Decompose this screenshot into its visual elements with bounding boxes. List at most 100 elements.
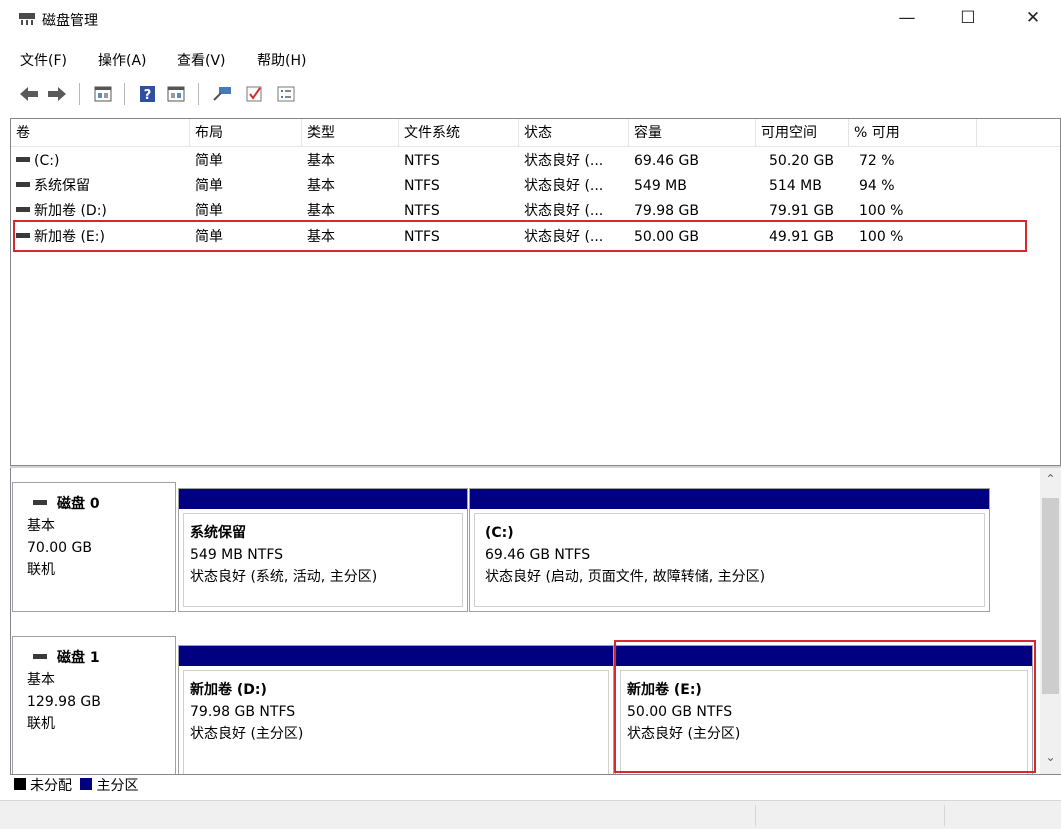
partition-d[interactable]: 新加卷 (D:) 79.98 GB NTFS 状态良好 (主分区) — [178, 645, 614, 774]
highlight-box-volume-e — [13, 220, 1027, 252]
column-header-row: 卷 布局 类型 文件系统 状态 容量 可用空间 % 可用 — [11, 119, 1060, 147]
volume-row-system-reserved[interactable]: 系统保留 简单 基本 NTFS 状态良好 (... 549 MB 514 MB … — [11, 176, 1060, 196]
menu-help[interactable]: 帮助(H) — [257, 50, 306, 70]
volume-name: 系统保留 — [34, 178, 90, 194]
volume-capacity: 79.98 GB — [634, 203, 699, 219]
volume-name: (C:) — [34, 153, 60, 169]
unallocated-swatch — [14, 778, 26, 790]
partition-filesystem: 549 MB NTFS — [190, 547, 284, 563]
legend-primary-label: 主分区 — [96, 778, 139, 794]
menu-action[interactable]: 操作(A) — [98, 50, 147, 70]
volume-layout: 简单 — [195, 203, 223, 219]
partition-status: 状态良好 (系统, 活动, 主分区) — [190, 569, 378, 585]
partition-system-reserved[interactable]: 系统保留 549 MB NTFS 状态良好 (系统, 活动, 主分区) — [178, 488, 468, 612]
partition-name: 新加卷 (D:) — [190, 682, 267, 698]
help-icon[interactable]: ? — [137, 84, 159, 104]
volume-layout: 简单 — [195, 153, 223, 169]
volume-row-d[interactable]: 新加卷 (D:) 简单 基本 NTFS 状态良好 (... 79.98 GB 7… — [11, 201, 1060, 221]
scroll-down-arrow-icon[interactable]: ⌄ — [1040, 750, 1061, 770]
volume-capacity: 69.46 GB — [634, 153, 699, 169]
disk-management-icon — [18, 12, 36, 26]
volume-capacity: 549 MB — [634, 178, 687, 194]
partition-bar — [470, 489, 989, 509]
disk-type: 基本 — [27, 672, 55, 688]
volume-filesystem: NTFS — [404, 203, 440, 219]
menu-bar: 文件(F) 操作(A) 查看(V) 帮助(H) — [0, 46, 1061, 72]
partition-filesystem: 79.98 GB NTFS — [190, 704, 296, 720]
volume-percent-free: 100 % — [859, 203, 904, 219]
column-header-filesystem[interactable]: 文件系统 — [399, 119, 519, 147]
status-separator — [755, 805, 756, 826]
column-header-free-space[interactable]: 可用空间 — [756, 119, 849, 147]
disk-icon — [33, 499, 47, 505]
close-button[interactable]: ✕ — [1010, 0, 1056, 36]
disk-status: 联机 — [27, 716, 55, 732]
status-bar — [0, 800, 1061, 829]
console-tree-icon[interactable] — [165, 84, 187, 104]
minimize-button[interactable]: — — [884, 0, 930, 36]
volume-list: 卷 布局 类型 文件系统 状态 容量 可用空间 % 可用 (C:) 简单 基本 … — [10, 118, 1061, 466]
column-header-percent-free[interactable]: % 可用 — [849, 119, 977, 147]
volume-percent-free: 94 % — [859, 178, 895, 194]
menu-view[interactable]: 查看(V) — [177, 50, 226, 70]
partition-name: 系统保留 — [190, 525, 246, 541]
partition-bar — [179, 489, 467, 509]
menu-file[interactable]: 文件(F) — [20, 50, 67, 70]
column-header-layout[interactable]: 布局 — [190, 119, 302, 147]
partition-filesystem: 69.46 GB NTFS — [485, 547, 591, 563]
list-icon[interactable] — [275, 84, 297, 104]
forward-arrow-icon[interactable] — [46, 84, 68, 104]
connect-icon[interactable] — [211, 84, 233, 104]
volume-row-c[interactable]: (C:) 简单 基本 NTFS 状态良好 (... 69.46 GB 50.20… — [11, 151, 1060, 171]
check-icon[interactable] — [244, 84, 266, 104]
disk-name: 磁盘 0 — [57, 496, 100, 512]
drive-icon — [16, 156, 30, 162]
volume-free-space: 514 MB — [769, 178, 822, 194]
disk-size: 70.00 GB — [27, 540, 92, 556]
toolbar-separator — [198, 83, 199, 105]
legend: 未分配 主分区 — [10, 774, 1061, 798]
vertical-scrollbar[interactable]: ⌃ ⌄ — [1040, 468, 1061, 774]
partition-status: 状态良好 (启动, 页面文件, 故障转储, 主分区) — [485, 569, 766, 585]
partition-name: (C:) — [485, 525, 514, 541]
disk-status: 联机 — [27, 562, 55, 578]
back-arrow-icon[interactable] — [18, 84, 40, 104]
window-title: 磁盘管理 — [42, 13, 98, 29]
partition-status: 状态良好 (主分区) — [190, 726, 304, 742]
toolbar-separator — [124, 83, 125, 105]
volume-status: 状态良好 (... — [524, 153, 604, 169]
disk-info-0[interactable]: 磁盘 0 基本 70.00 GB 联机 — [12, 482, 176, 612]
scroll-up-arrow-icon[interactable]: ⌃ — [1040, 472, 1061, 492]
partition-body: 系统保留 549 MB NTFS 状态良好 (系统, 活动, 主分区) — [183, 513, 463, 607]
volume-type: 基本 — [307, 203, 335, 219]
disk-name: 磁盘 1 — [57, 650, 100, 666]
partition-body: (C:) 69.46 GB NTFS 状态良好 (启动, 页面文件, 故障转储,… — [474, 513, 985, 607]
partition-c[interactable]: (C:) 69.46 GB NTFS 状态良好 (启动, 页面文件, 故障转储,… — [469, 488, 990, 612]
partition-body: 新加卷 (D:) 79.98 GB NTFS 状态良好 (主分区) — [183, 670, 609, 774]
maximize-button[interactable]: ☐ — [945, 0, 991, 36]
volume-layout: 简单 — [195, 178, 223, 194]
legend-unallocated-label: 未分配 — [30, 778, 72, 794]
column-header-type[interactable]: 类型 — [302, 119, 399, 147]
partition-bar — [179, 646, 613, 666]
volume-free-space: 50.20 GB — [769, 153, 834, 169]
status-separator — [944, 805, 945, 826]
title-bar: 磁盘管理 — ☐ ✕ — [0, 0, 1061, 42]
disk-info-1[interactable]: 磁盘 1 基本 129.98 GB 联机 — [12, 636, 176, 774]
highlight-box-partition-e — [614, 640, 1036, 773]
volume-percent-free: 72 % — [859, 153, 895, 169]
volume-name: 新加卷 (D:) — [34, 203, 107, 219]
scrollbar-thumb[interactable] — [1042, 498, 1059, 694]
column-header-volume[interactable]: 卷 — [11, 119, 190, 147]
primary-partition-swatch — [80, 778, 93, 790]
disk-icon — [33, 653, 47, 659]
volume-filesystem: NTFS — [404, 178, 440, 194]
column-header-capacity[interactable]: 容量 — [629, 119, 756, 147]
volume-type: 基本 — [307, 153, 335, 169]
volume-status: 状态良好 (... — [524, 203, 604, 219]
properties-icon[interactable] — [92, 84, 114, 104]
column-header-status[interactable]: 状态 — [519, 119, 629, 147]
drive-icon — [16, 181, 30, 187]
toolbar: ? — [0, 78, 1061, 108]
volume-filesystem: NTFS — [404, 153, 440, 169]
